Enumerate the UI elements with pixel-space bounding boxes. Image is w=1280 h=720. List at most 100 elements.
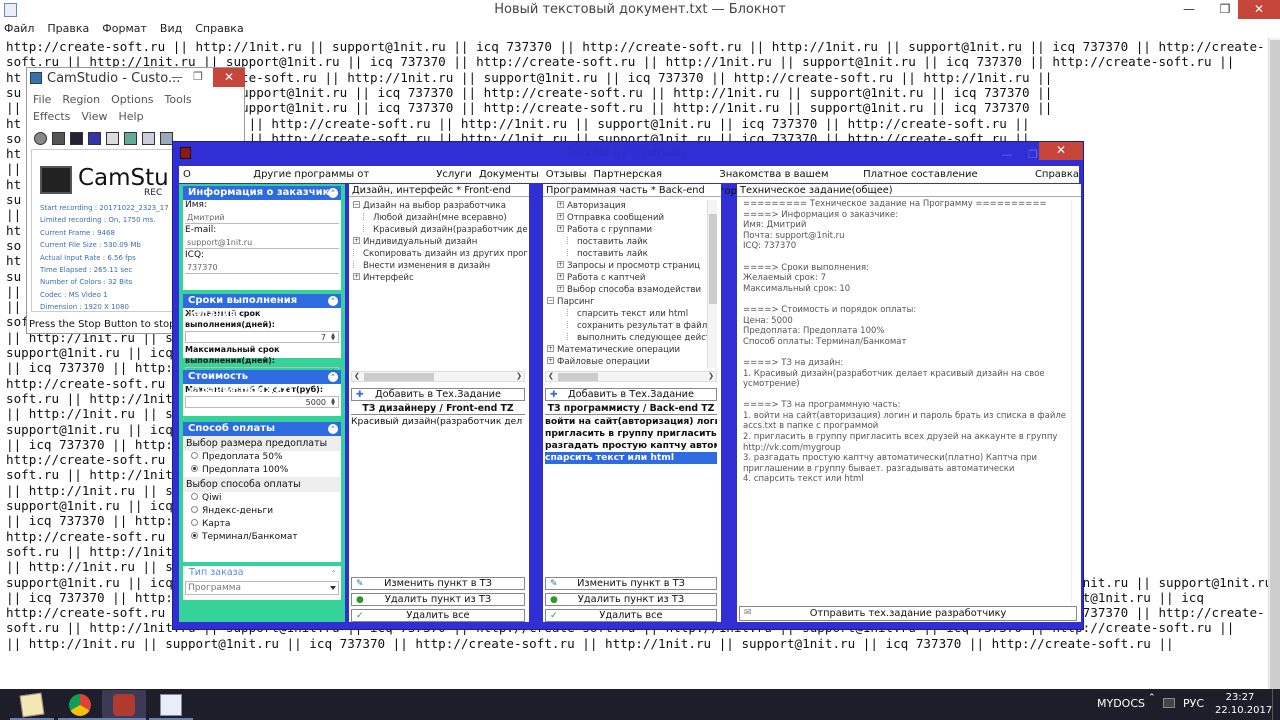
clear-all-button[interactable]: ✓ Удалить все [351, 609, 525, 622]
tree-node[interactable]: − Дизайн на выбор разработчика [353, 200, 533, 212]
expand-icon[interactable]: + [547, 345, 554, 352]
maximize-button[interactable]: ❐ [1212, 0, 1238, 19]
menu-file[interactable]: Файл [4, 20, 34, 37]
expand-icon[interactable]: + [557, 273, 564, 280]
email-field[interactable]: support@1nit.ru [185, 237, 339, 249]
collapse-icon[interactable]: ⌃ [328, 188, 338, 198]
mydocs-toolbar-label[interactable]: MYDOCS [1097, 697, 1145, 710]
add-to-tz-button[interactable]: ✚ Добавить в Тех.Задание [351, 388, 525, 401]
expand-icon[interactable]: + [557, 261, 564, 268]
window-icon[interactable] [106, 131, 119, 145]
method-qiwi-radio[interactable]: Qiwi [183, 492, 341, 505]
radio-selected-icon[interactable] [191, 532, 198, 539]
teksbot-titlebar[interactable]: TeksBot by 1 software — ❐ ✕ [173, 142, 1083, 164]
stepper-arrows-icon[interactable]: ▲▼ [329, 333, 337, 342]
remove-item-button[interactable]: ● Удалить пункт из ТЗ [545, 593, 717, 606]
menu-edit[interactable]: Правка [47, 20, 89, 37]
collapse-icon[interactable]: ⌃ [328, 372, 338, 382]
chevron-down-icon[interactable] [330, 586, 336, 590]
menu-other-programs[interactable]: Другие программы от разработчика [253, 166, 429, 197]
record-icon[interactable] [34, 131, 47, 145]
tree-node[interactable]: Внести изменения в дизайн [353, 260, 533, 272]
minimize-button[interactable]: — [999, 144, 1015, 161]
section-header[interactable]: Информация о заказчике ⌃ [183, 186, 341, 200]
menu-documents[interactable]: Документы [479, 166, 539, 183]
vertical-scrollbar[interactable] [707, 200, 717, 368]
tree-node[interactable]: + Работа с группами [547, 224, 707, 236]
backend-tz-list[interactable]: войти на сайт(авторизация) логин пригласи… [545, 416, 717, 566]
scrollbar-thumb[interactable] [1270, 40, 1280, 690]
menu-effects[interactable]: Effects [33, 110, 70, 123]
expand-icon[interactable]: + [353, 237, 360, 244]
menu-format[interactable]: Формат [102, 20, 147, 37]
edit-item-button[interactable]: ✎ Изменить пункт в ТЗ [545, 577, 717, 590]
taskbar-window-button[interactable] [149, 690, 193, 720]
annotate-icon[interactable] [124, 131, 137, 145]
collapse-icon[interactable]: ⌃ [330, 567, 337, 580]
list-item[interactable]: войти на сайт(авторизация) логин [545, 416, 717, 428]
radio-icon[interactable] [191, 452, 198, 459]
radio-icon[interactable] [191, 493, 198, 500]
tree-node[interactable]: Любой дизайн(мне всеравно) [353, 212, 533, 224]
prepay-50-radio[interactable]: Предоплата 50% [183, 451, 341, 464]
expand-icon[interactable]: + [557, 225, 564, 232]
scroll-right-icon[interactable]: ❯ [516, 372, 522, 381]
menu-options[interactable]: Options [111, 93, 153, 106]
close-button[interactable]: ✕ [1039, 142, 1083, 160]
language-indicator[interactable]: РУС [1183, 697, 1204, 710]
horizontal-scrollbar[interactable]: ❮ ❯ [545, 371, 717, 382]
menu-partner[interactable]: Партнерская программа [593, 166, 712, 197]
tree-node[interactable]: + Математические операции [547, 344, 707, 356]
method-card-radio[interactable]: Карта [183, 518, 341, 531]
stepper-arrows-icon[interactable]: ▲▼ [329, 398, 337, 407]
menu-help[interactable]: Справка [195, 20, 243, 37]
menu-view[interactable]: View [81, 110, 107, 123]
section-header[interactable]: Сроки выполнения задания ⌃ [183, 294, 341, 320]
clock[interactable]: 23:27 22.10.2017 [1215, 691, 1272, 717]
section-header[interactable]: Способ оплаты ⌃ [183, 422, 341, 436]
scrollbar-thumb[interactable] [709, 214, 717, 304]
collapse-icon[interactable]: − [353, 201, 360, 208]
menu-reviews[interactable]: Отзывы [546, 166, 587, 183]
menu-region[interactable]: Region [62, 93, 100, 106]
horizontal-scrollbar[interactable]: ❮ ❯ [351, 371, 525, 382]
tech-doc-textarea[interactable]: ========= Техническое задание на Програм… [743, 199, 1081, 604]
maximize-button[interactable]: ❐ [187, 68, 209, 87]
pause-icon[interactable] [52, 131, 65, 145]
tree-node[interactable]: + Файловые операции [547, 356, 707, 368]
tree-node[interactable]: спарсить текст или html [547, 308, 707, 320]
tree-node[interactable]: + Интерфейс [353, 272, 533, 284]
tree-node[interactable]: + Выбор способа взамодействи [547, 284, 707, 296]
tree-node[interactable]: поставить лайк [547, 236, 707, 248]
stop-icon[interactable] [70, 131, 83, 145]
expand-icon[interactable]: + [557, 285, 564, 292]
collapse-icon[interactable]: ⌃ [328, 424, 338, 434]
clear-all-button[interactable]: ✓ Удалить все [545, 609, 717, 622]
list-item[interactable]: пригласить в группу пригласить вс [545, 428, 717, 440]
tree-node[interactable]: + Индивидуальный дизайн [353, 236, 533, 248]
scroll-left-icon[interactable]: ❮ [548, 372, 554, 381]
list-item[interactable]: спарсить текст или html [545, 452, 717, 464]
scroll-right-icon[interactable]: ❯ [708, 372, 714, 381]
radio-icon[interactable] [191, 519, 198, 526]
list-item[interactable]: Красивый дизайн(разработчик дел [351, 416, 525, 428]
tree-node[interactable]: поставить лайк [547, 248, 707, 260]
name-field[interactable]: Дмитрий [185, 212, 339, 224]
notepad-scrollbar[interactable] [1268, 38, 1280, 690]
collapse-icon[interactable]: − [547, 297, 554, 304]
scrollbar-thumb[interactable] [364, 373, 434, 381]
add-to-tz-button[interactable]: ✚ Добавить в Тех.Задание [545, 388, 717, 401]
expand-icon[interactable]: + [557, 213, 564, 220]
taskbar-notepad-button[interactable] [10, 690, 54, 720]
close-button[interactable]: ✕ [213, 68, 245, 87]
action-center-icon[interactable] [1163, 698, 1175, 708]
expand-icon[interactable]: + [353, 273, 360, 280]
region-icon[interactable] [88, 131, 101, 145]
taskbar-chrome-button[interactable] [58, 690, 102, 720]
method-yandex-radio[interactable]: Яндекс-деньги [183, 505, 341, 518]
notepad-titlebar[interactable]: Новый текстовый документ.txt — Блокнот —… [0, 0, 1280, 20]
chevron-up-icon[interactable]: ⌃ [1148, 693, 1156, 703]
frontend-tree[interactable]: − Дизайн на выбор разработчика Любой дизай… [353, 200, 533, 370]
menu-services[interactable]: Услуги [436, 166, 472, 183]
collapse-icon[interactable]: ⌃ [328, 296, 338, 306]
